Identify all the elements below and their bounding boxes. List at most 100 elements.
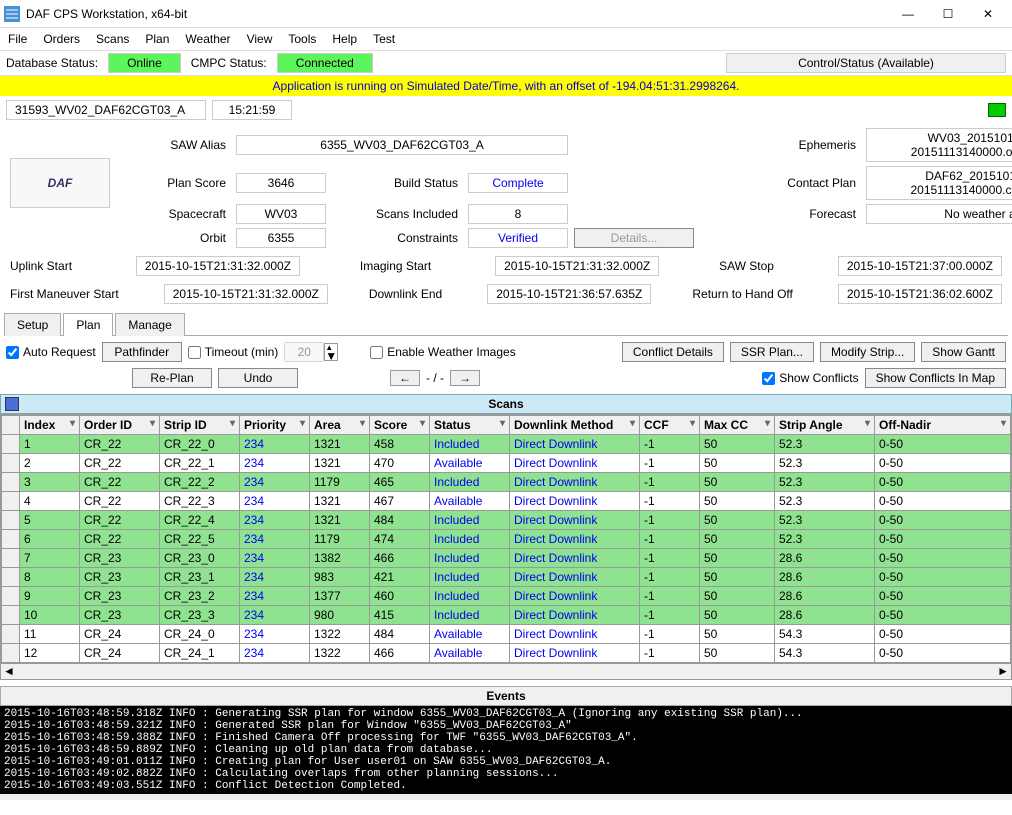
timeout-checkbox[interactable]: Timeout (min) xyxy=(188,345,279,359)
title-bar: DAF CPS Workstation, x64-bit — ☐ ✕ xyxy=(0,0,1012,28)
events-log[interactable]: 2015-10-16T03:48:59.318Z INFO : Generati… xyxy=(0,706,1012,794)
filter-icon[interactable]: ▾ xyxy=(300,418,305,429)
menu-file[interactable]: File xyxy=(8,32,27,46)
row-selector[interactable] xyxy=(2,644,20,663)
column-index[interactable]: Index ▾ xyxy=(20,416,80,435)
table-row[interactable]: 2CR_22CR_22_12341321470AvailableDirect D… xyxy=(2,454,1011,473)
auto-request-checkbox[interactable]: Auto Request xyxy=(6,345,96,359)
tab-plan[interactable]: Plan xyxy=(63,313,113,336)
filter-icon[interactable]: ▾ xyxy=(150,418,155,429)
ssr-plan-button[interactable]: SSR Plan... xyxy=(730,342,814,362)
menu-orders[interactable]: Orders xyxy=(43,32,80,46)
menu-tools[interactable]: Tools xyxy=(288,32,316,46)
imaging-start-value: 2015-10-15T21:31:32.000Z xyxy=(495,256,659,276)
pathfinder-button[interactable]: Pathfinder xyxy=(102,342,182,362)
column-off-nadir[interactable]: Off-Nadir ▾ xyxy=(875,416,1011,435)
table-row[interactable]: 1CR_22CR_22_02341321458IncludedDirect Do… xyxy=(2,435,1011,454)
filter-icon[interactable]: ▾ xyxy=(500,418,505,429)
row-selector[interactable] xyxy=(2,511,20,530)
enable-weather-checkbox[interactable]: Enable Weather Images xyxy=(370,345,516,359)
maximize-button[interactable]: ☐ xyxy=(928,2,968,26)
row-selector[interactable] xyxy=(2,568,20,587)
table-row[interactable]: 12CR_24CR_24_12341322466AvailableDirect … xyxy=(2,644,1011,663)
table-row[interactable]: 10CR_23CR_23_3234980415IncludedDirect Do… xyxy=(2,606,1011,625)
menu-help[interactable]: Help xyxy=(332,32,357,46)
time-display: 15:21:59 xyxy=(212,100,292,120)
row-selector[interactable] xyxy=(2,549,20,568)
menu-view[interactable]: View xyxy=(247,32,273,46)
pager-next[interactable]: → xyxy=(450,370,480,386)
cmpc-status-value: Connected xyxy=(277,53,373,73)
filter-icon[interactable]: ▾ xyxy=(1001,418,1006,429)
row-selector[interactable] xyxy=(2,587,20,606)
conflict-details-button[interactable]: Conflict Details xyxy=(622,342,724,362)
row-selector[interactable] xyxy=(2,530,20,549)
filter-icon[interactable]: ▾ xyxy=(230,418,235,429)
rtho-label: Return to Hand Off xyxy=(692,287,797,301)
row-selector[interactable] xyxy=(2,473,20,492)
show-gantt-button[interactable]: Show Gantt xyxy=(921,342,1006,362)
plan-id[interactable]: 31593_WV02_DAF62CGT03_A xyxy=(6,100,206,120)
flag-icon[interactable] xyxy=(988,103,1006,117)
table-row[interactable]: 6CR_22CR_22_52341179474IncludedDirect Do… xyxy=(2,530,1011,549)
pager-prev[interactable]: ← xyxy=(390,370,420,386)
column-downlink-method[interactable]: Downlink Method ▾ xyxy=(510,416,640,435)
filter-icon[interactable]: ▾ xyxy=(865,418,870,429)
column-status[interactable]: Status ▾ xyxy=(430,416,510,435)
details-button[interactable]: Details... xyxy=(574,228,694,248)
filter-icon[interactable]: ▾ xyxy=(360,418,365,429)
column-max-cc[interactable]: Max CC ▾ xyxy=(700,416,775,435)
show-conflicts-checkbox[interactable]: Show Conflicts xyxy=(762,371,858,385)
column-priority[interactable]: Priority ▾ xyxy=(240,416,310,435)
horizontal-scrollbar[interactable]: ◄► xyxy=(1,663,1011,679)
table-row[interactable]: 8CR_23CR_23_1234983421IncludedDirect Dow… xyxy=(2,568,1011,587)
menu-plan[interactable]: Plan xyxy=(145,32,169,46)
filter-icon[interactable]: ▾ xyxy=(420,418,425,429)
tab-setup[interactable]: Setup xyxy=(4,313,61,336)
column-area[interactable]: Area ▾ xyxy=(310,416,370,435)
save-icon[interactable] xyxy=(5,397,19,411)
filter-icon[interactable]: ▾ xyxy=(70,418,75,429)
row-selector[interactable] xyxy=(2,454,20,473)
build-status-value[interactable]: Complete xyxy=(468,173,568,193)
scroll-right-icon[interactable]: ► xyxy=(997,664,1009,679)
constraints-label: Constraints xyxy=(332,231,462,245)
column-score[interactable]: Score ▾ xyxy=(370,416,430,435)
modify-strip-button[interactable]: Modify Strip... xyxy=(820,342,915,362)
column-strip-id[interactable]: Strip ID ▾ xyxy=(160,416,240,435)
row-selector[interactable] xyxy=(2,625,20,644)
table-row[interactable]: 11CR_24CR_24_02341322484AvailableDirect … xyxy=(2,625,1011,644)
filter-icon[interactable]: ▾ xyxy=(765,418,770,429)
column-strip-angle[interactable]: Strip Angle ▾ xyxy=(775,416,875,435)
close-button[interactable]: ✕ xyxy=(968,2,1008,26)
table-row[interactable]: 4CR_22CR_22_32341321467AvailableDirect D… xyxy=(2,492,1011,511)
menu-scans[interactable]: Scans xyxy=(96,32,129,46)
control-status[interactable]: Control/Status (Available) xyxy=(726,53,1006,73)
table-row[interactable]: 7CR_23CR_23_02341382466IncludedDirect Do… xyxy=(2,549,1011,568)
table-row[interactable]: 3CR_22CR_22_22341179465IncludedDirect Do… xyxy=(2,473,1011,492)
scroll-left-icon[interactable]: ◄ xyxy=(3,664,15,679)
simulation-banner: Application is running on Simulated Date… xyxy=(0,76,1012,96)
menu-weather[interactable]: Weather xyxy=(185,32,230,46)
scans-table-wrap: Index ▾Order ID ▾Strip ID ▾Priority ▾Are… xyxy=(0,414,1012,680)
row-selector[interactable] xyxy=(2,492,20,511)
table-row[interactable]: 5CR_22CR_22_42341321484IncludedDirect Do… xyxy=(2,511,1011,530)
filter-icon[interactable]: ▾ xyxy=(630,418,635,429)
table-row[interactable]: 9CR_23CR_23_22341377460IncludedDirect Do… xyxy=(2,587,1011,606)
row-selector[interactable] xyxy=(2,435,20,454)
column-ccf[interactable]: CCF ▾ xyxy=(640,416,700,435)
tab-manage[interactable]: Manage xyxy=(115,313,184,336)
row-selector[interactable] xyxy=(2,606,20,625)
undo-button[interactable]: Undo xyxy=(218,368,298,388)
status-bar: Database Status: Online CMPC Status: Con… xyxy=(0,51,1012,76)
timeout-spinner[interactable]: ▲▼ xyxy=(284,342,338,362)
constraints-value[interactable]: Verified xyxy=(468,228,568,248)
menu-test[interactable]: Test xyxy=(373,32,395,46)
minimize-button[interactable]: — xyxy=(888,2,928,26)
scans-table[interactable]: Index ▾Order ID ▾Strip ID ▾Priority ▾Are… xyxy=(1,415,1011,663)
filter-icon[interactable]: ▾ xyxy=(690,418,695,429)
replan-button[interactable]: Re-Plan xyxy=(132,368,212,388)
column-order-id[interactable]: Order ID ▾ xyxy=(80,416,160,435)
show-conflicts-map-button[interactable]: Show Conflicts In Map xyxy=(865,368,1006,388)
build-status-label: Build Status xyxy=(332,176,462,190)
